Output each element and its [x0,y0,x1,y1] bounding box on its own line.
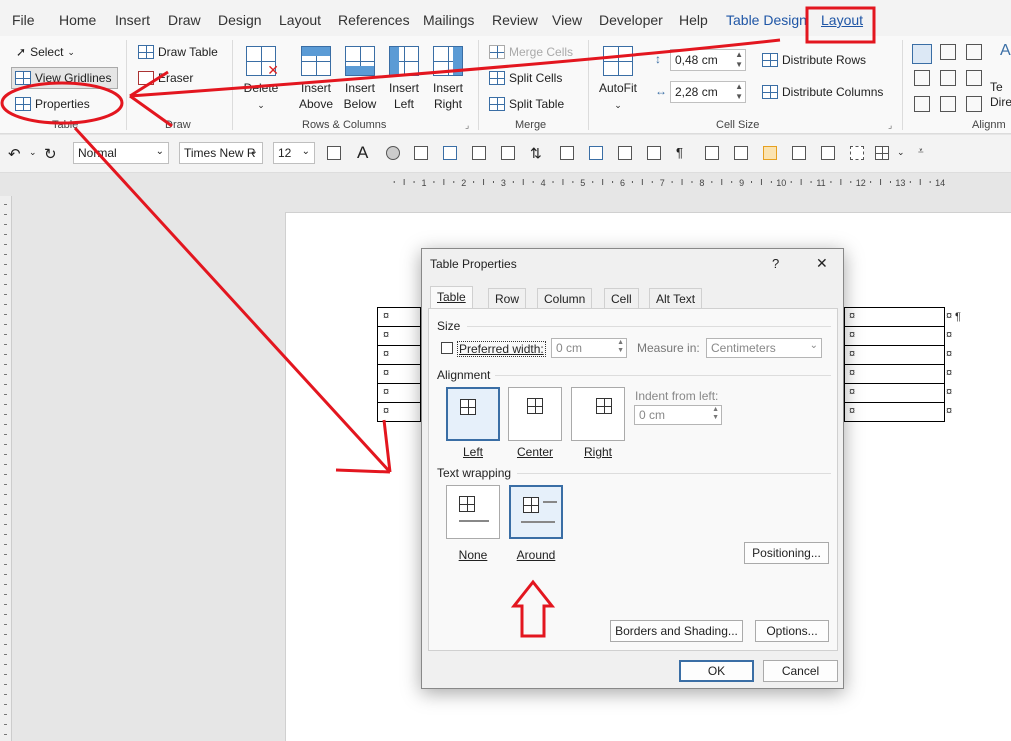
annotation-arrowhead [129,70,173,128]
cell-end-mark: ¤ [946,310,953,322]
cell-end-mark: ¤ [383,329,390,341]
cell-end-mark: ¤ [383,367,390,379]
cell-end-mark: ¤ [946,367,953,379]
cell-end-mark: ¤ [383,310,390,322]
cell-end-mark: ¤ [849,310,856,322]
cell-end-mark: ¤ [849,367,856,379]
cell-end-mark: ¤ [946,405,953,417]
annotation-overlay [0,6,876,638]
annotation-arrow-to-dialog [73,126,392,474]
cell-end-mark: ¤ [383,348,390,360]
cell-end-mark: ¤ [849,348,856,360]
cell-end-mark: ¤ [946,329,953,341]
annotation-circle-properties [0,81,124,125]
cell-end-mark: ¤ [849,386,856,398]
cell-end-mark: ¤ [946,386,953,398]
cell-end-mark: ¤ [383,386,390,398]
annotation-arrow-to-properties [129,38,781,98]
cell-end-mark: ¤ [849,329,856,341]
annotation-box-layout-tab [805,6,876,44]
cell-end-mark: ¤ [849,405,856,417]
cell-end-mark: ¤ [383,405,390,417]
cell-end-mark: ¤ [946,348,953,360]
annotation-up-arrow [510,579,556,638]
